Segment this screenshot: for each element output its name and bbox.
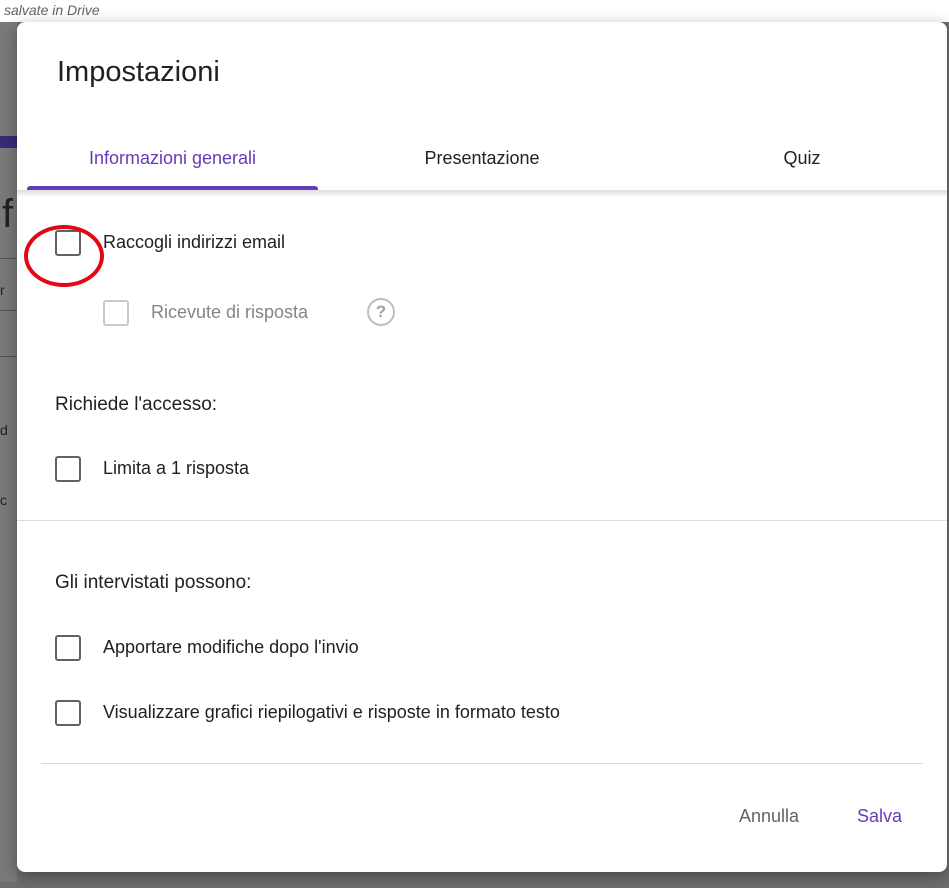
limit-one-response-row[interactable]: Limita a 1 risposta bbox=[55, 454, 455, 486]
background-header: salvate in Drive bbox=[0, 0, 949, 22]
response-receipts-label: Ricevute di risposta bbox=[151, 302, 309, 322]
tab-presentation[interactable]: Presentazione bbox=[347, 134, 617, 192]
respondents-can-heading: Gli intervistati possono: bbox=[55, 572, 252, 593]
background-form-title-letter: f bbox=[2, 192, 14, 236]
dialog-title: Impostazioni bbox=[57, 56, 220, 88]
settings-tabs: Informazioni generali Presentazione Quiz bbox=[17, 134, 947, 192]
tabs-divider bbox=[17, 190, 947, 197]
background-divider bbox=[0, 258, 17, 259]
edit-after-submit-row[interactable]: Apportare modifiche dopo l'invio bbox=[55, 633, 555, 665]
limit-one-response-label: Limita a 1 risposta bbox=[103, 458, 250, 478]
highlight-circle-annotation bbox=[24, 225, 104, 287]
collect-email-label: Raccogli indirizzi email bbox=[103, 232, 286, 252]
background-char: c bbox=[0, 492, 7, 508]
edit-after-submit-checkbox[interactable] bbox=[55, 635, 81, 661]
see-summary-checkbox[interactable] bbox=[55, 700, 81, 726]
collect-email-row[interactable]: Raccogli indirizzi email bbox=[55, 228, 455, 260]
save-button[interactable]: Salva bbox=[857, 806, 902, 827]
help-circle-icon[interactable]: ? bbox=[367, 298, 395, 326]
background-divider bbox=[0, 310, 17, 311]
see-summary-row[interactable]: Visualizzare grafici riepilogativi e ris… bbox=[55, 698, 755, 730]
background-save-status: salvate in Drive bbox=[4, 2, 100, 18]
tab-quiz[interactable]: Quiz bbox=[667, 134, 937, 192]
response-receipts-checkbox bbox=[103, 300, 129, 326]
limit-one-response-checkbox[interactable] bbox=[55, 456, 81, 482]
tab-general[interactable]: Informazioni generali bbox=[27, 134, 318, 192]
background-divider bbox=[0, 356, 17, 357]
cancel-button[interactable]: Annulla bbox=[739, 806, 799, 827]
edit-after-submit-label: Apportare modifiche dopo l'invio bbox=[103, 637, 359, 657]
footer-divider bbox=[41, 763, 923, 764]
response-receipts-row: Ricevute di risposta ? bbox=[103, 298, 403, 330]
background-char: d bbox=[0, 422, 8, 438]
settings-dialog: Impostazioni Informazioni generali Prese… bbox=[17, 22, 947, 872]
section-divider bbox=[17, 520, 947, 521]
background-form-accent bbox=[0, 136, 17, 148]
see-summary-label: Visualizzare grafici riepilogativi e ris… bbox=[103, 702, 560, 722]
background-char: r bbox=[0, 282, 5, 298]
background-form-edge bbox=[0, 22, 17, 882]
requires-login-heading: Richiede l'accesso: bbox=[55, 394, 218, 415]
